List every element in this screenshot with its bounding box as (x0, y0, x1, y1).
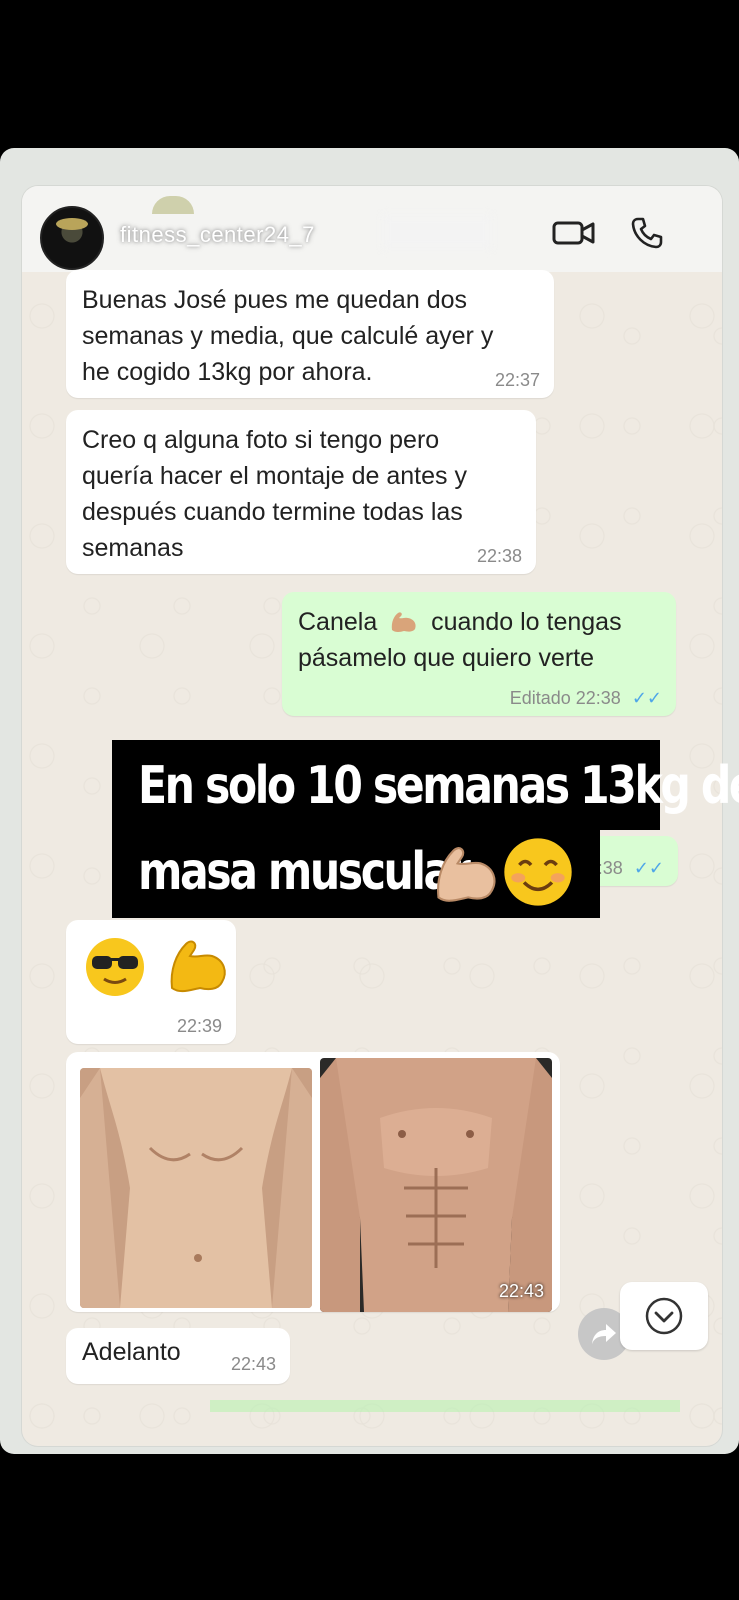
message-time: 22:39 (176, 1016, 222, 1036)
message-time: 22:43 (498, 1281, 544, 1301)
after-photo[interactable]: 22:43 (320, 1058, 552, 1312)
message-time: 22:38 (476, 546, 522, 566)
phone-icon[interactable] (630, 216, 664, 250)
input-bar-edge (210, 1400, 680, 1412)
secondary-avatar (152, 196, 194, 214)
forward-arrow-icon (592, 1324, 616, 1344)
caption-line-2: masa muscular (138, 842, 471, 902)
before-photo[interactable] (80, 1068, 312, 1308)
flexed-biceps-icon (437, 847, 496, 902)
message-text: Creo q alguna foto si tengo pero quería … (82, 426, 467, 562)
torso-illustration (80, 1068, 312, 1308)
caption-line-1-background: En solo 10 semanas 13kg de (112, 740, 739, 830)
chevron-down-icon (645, 1297, 683, 1335)
sunglasses-emoji-icon (86, 938, 144, 996)
flexed-biceps-icon (391, 612, 416, 632)
caption-line-1: En solo 10 semanas 13kg de (138, 756, 739, 816)
scroll-down-button[interactable] (620, 1282, 708, 1350)
incoming-message[interactable]: Buenas José pues me quedan dos semanas y… (66, 270, 554, 398)
emoji-row (82, 932, 226, 1002)
outgoing-message[interactable]: Canela cuando lo tengas pásamelo que qui… (282, 592, 676, 716)
flexed-biceps-icon (170, 940, 226, 993)
incoming-message[interactable]: Adelanto 22:43 (66, 1328, 290, 1384)
message-time: 22:37 (494, 370, 540, 390)
caption-line-2-background: masa muscular (112, 828, 600, 918)
caption-overlay: En solo 10 semanas 13kg de masa muscular (112, 740, 739, 918)
message-text: Canela cuando lo tengas pásamelo que qui… (298, 604, 660, 676)
incoming-message[interactable]: Creo q alguna foto si tengo pero quería … (66, 410, 536, 574)
message-text-part: pásamelo que quiero verte (298, 644, 595, 672)
smiling-face-icon (504, 838, 572, 906)
message-time: 22:38 (575, 688, 621, 708)
avatar[interactable] (40, 206, 104, 270)
chat-header: fitness_center24_7 (22, 186, 722, 272)
video-camera-icon[interactable] (552, 218, 596, 248)
incoming-message[interactable]: 22:39 (66, 920, 236, 1044)
contact-name[interactable]: fitness_center24_7 (120, 222, 315, 248)
message-text: Buenas José pues me quedan dos semanas y… (82, 286, 494, 386)
message-meta: Editado 22:38 ✓✓ (510, 688, 662, 708)
message-text: Adelanto (82, 1338, 181, 1366)
message-text-part: Canela (298, 608, 378, 636)
edited-label: Editado (509, 688, 571, 708)
torso-illustration (320, 1058, 552, 1312)
message-text-part: cuando lo tengas (431, 608, 622, 636)
message-time: 22:43 (230, 1354, 276, 1374)
double-check-icon: ✓✓ (631, 688, 662, 708)
blurred-area (382, 214, 492, 250)
